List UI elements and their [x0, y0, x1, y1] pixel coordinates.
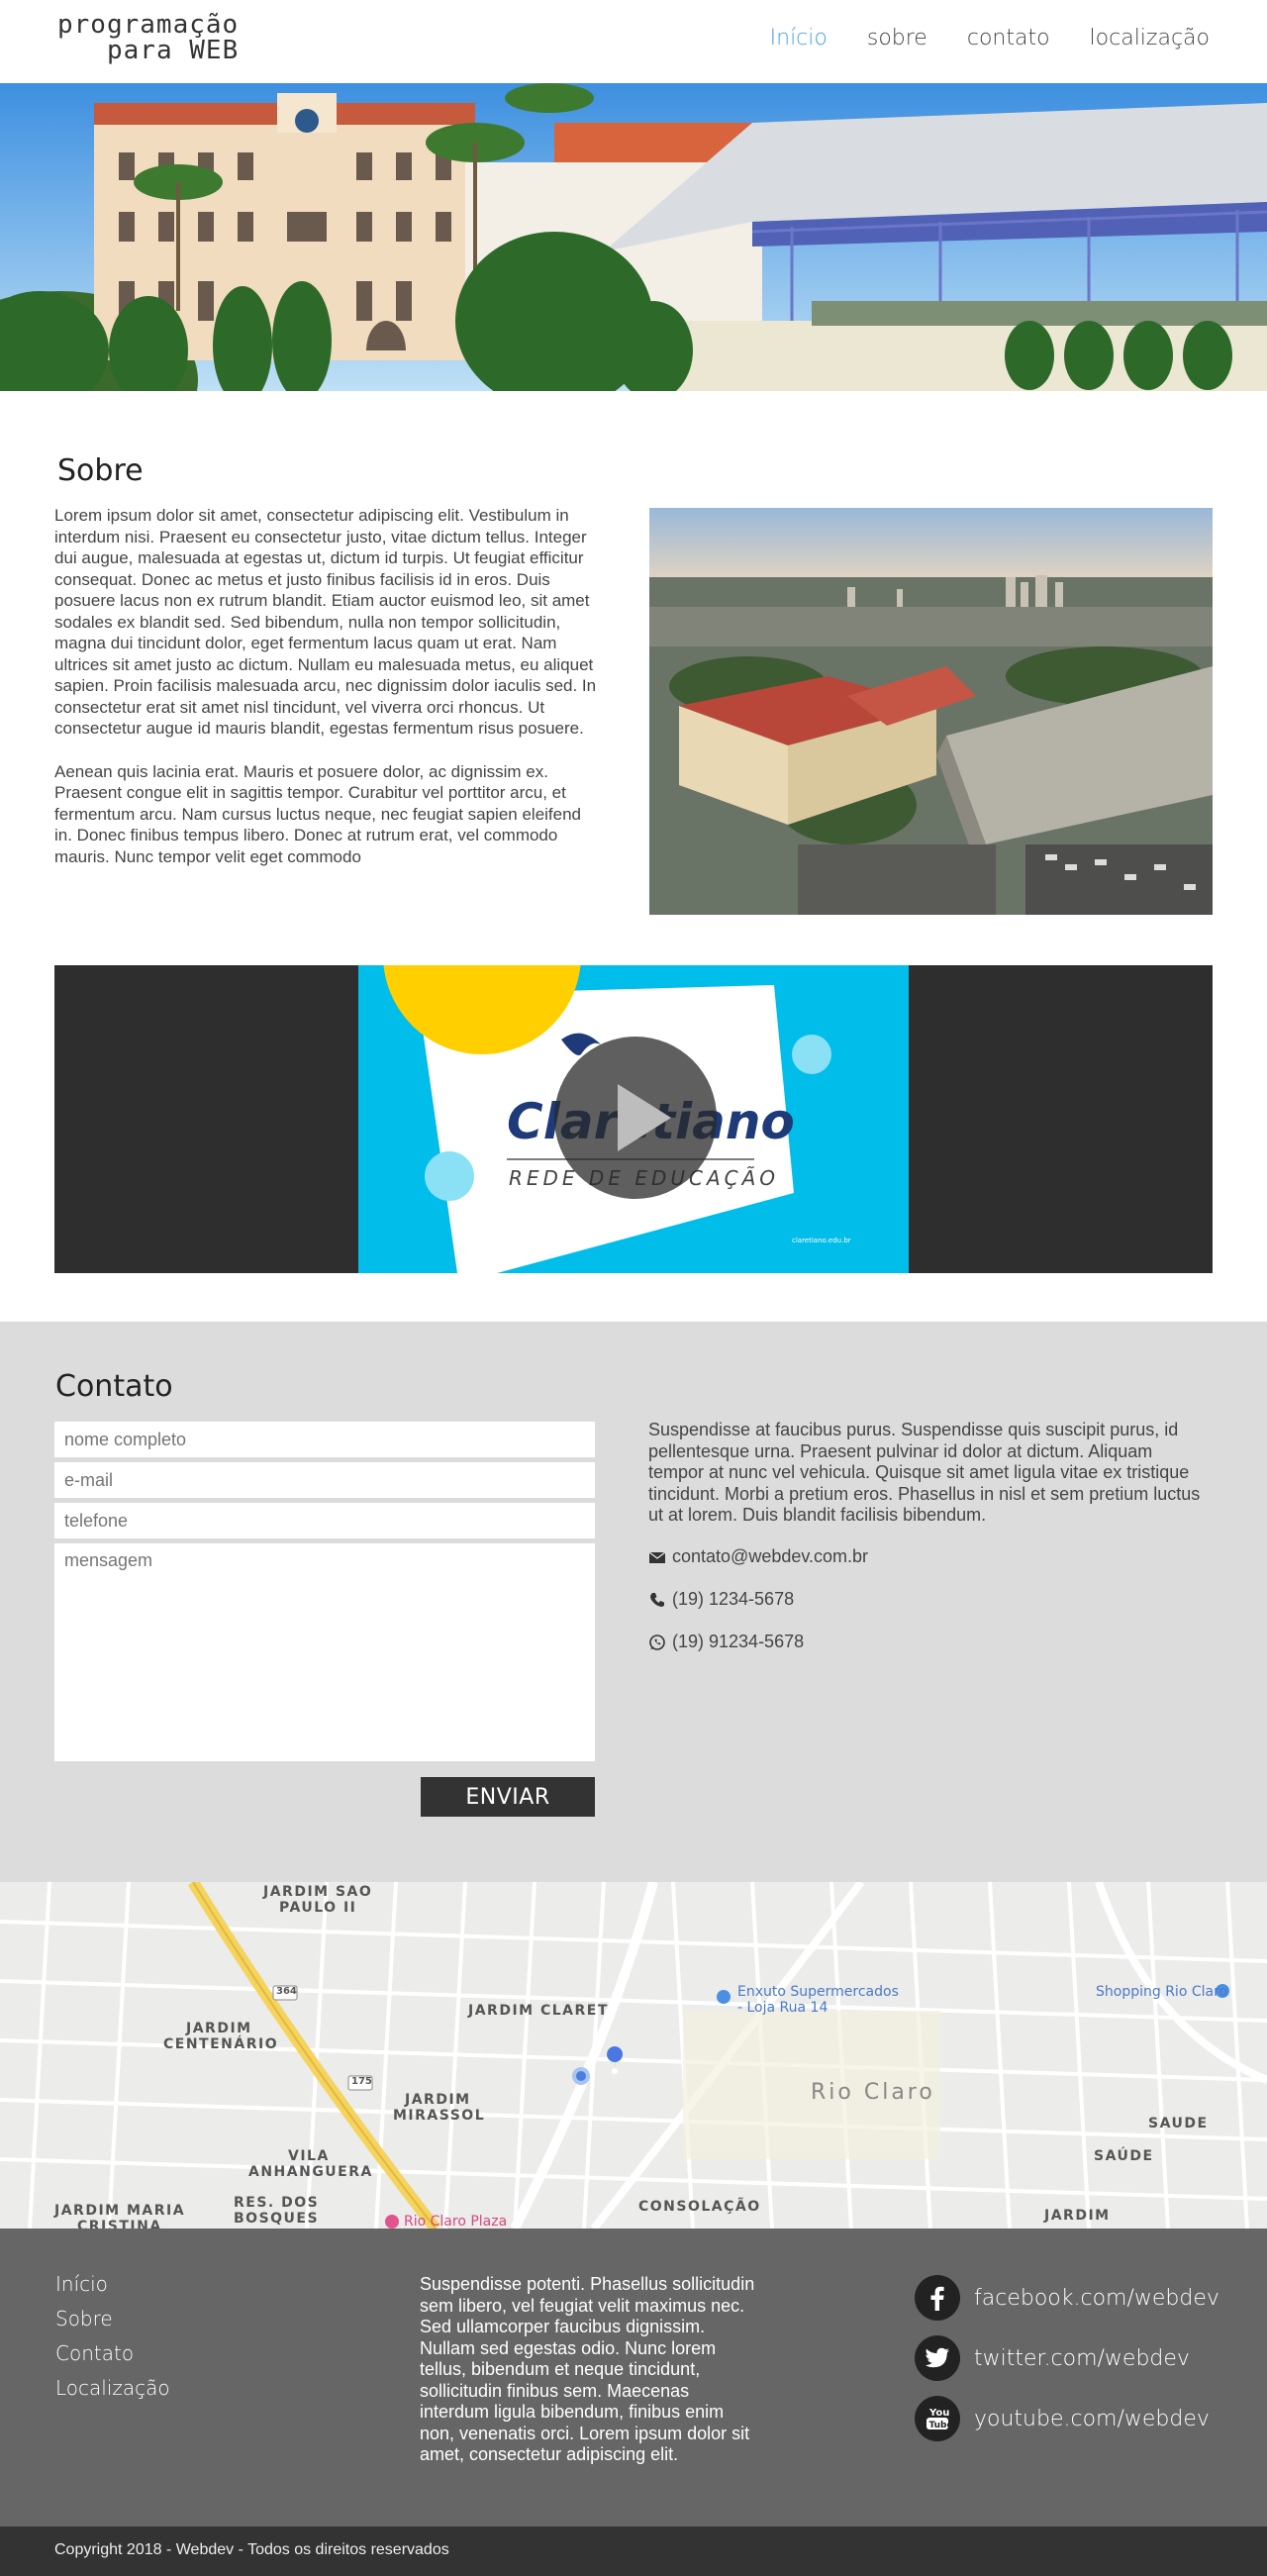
- campus-aerial-photo: [649, 508, 1213, 915]
- main-nav: Início sobre contato localização: [770, 26, 1210, 50]
- telefone-input[interactable]: [54, 1503, 595, 1538]
- map-label: Rio Claro: [811, 2080, 935, 2105]
- site-logo[interactable]: programação para WEB: [57, 12, 239, 63]
- video-player[interactable]: Claretiano REDE DE EDUCAÇÃO claretiano.e…: [54, 965, 1213, 1273]
- site-footer: Início Sobre Contato Localização Suspend…: [0, 2229, 1267, 2526]
- youtube-icon: You Tube: [915, 2396, 960, 2441]
- envelope-icon: [648, 1550, 666, 1563]
- map-label: JARDIM: [186, 2021, 252, 2036]
- map-label: JARDIM SAO: [263, 1884, 373, 1900]
- contato-email-text: contato@webdev.com.br: [672, 1546, 869, 1566]
- facebook-icon: [915, 2275, 960, 2321]
- footer-link-contato[interactable]: Contato: [55, 2341, 170, 2365]
- map-label: JARDIM MARIA: [54, 2203, 186, 2219]
- nav-inicio[interactable]: Início: [770, 26, 828, 50]
- play-icon[interactable]: [552, 1035, 719, 1201]
- map-label: JARDIM: [405, 2092, 471, 2108]
- map-label: SAUDE: [1148, 2116, 1209, 2131]
- footer-text: Suspendisse potenti. Phasellus sollicitu…: [420, 2274, 755, 2464]
- social-youtube[interactable]: You Tube youtube.com/webdev: [915, 2396, 1210, 2441]
- map-label: MIRASSOL: [393, 2108, 486, 2124]
- map-label: - Loja Rua 14: [737, 2000, 828, 2016]
- copyright-text: Copyright 2018 - Webdev - Todos os direi…: [54, 2541, 449, 2558]
- social-twitter[interactable]: twitter.com/webdev: [915, 2335, 1190, 2381]
- contato-text: Suspendisse at faucibus purus. Suspendis…: [648, 1420, 1201, 1525]
- twitter-icon: [915, 2335, 960, 2381]
- sobre-title: Sobre: [57, 453, 144, 488]
- video-site-text: claretiano.edu.br: [792, 1237, 851, 1244]
- contato-title: Contato: [55, 1369, 173, 1404]
- map-label: Shopping Rio Claro: [1096, 1984, 1228, 2000]
- contato-email[interactable]: contato@webdev.com.br: [648, 1546, 868, 1567]
- footer-nav: Início Sobre Contato Localização: [55, 2272, 170, 2400]
- email-input[interactable]: [54, 1462, 595, 1498]
- whatsapp-icon: [649, 1634, 665, 1650]
- footer-link-sobre[interactable]: Sobre: [55, 2307, 170, 2330]
- youtube-label: youtube.com/webdev: [974, 2406, 1210, 2431]
- map-label: SAÚDE: [1094, 2148, 1154, 2164]
- phone-icon: [650, 1592, 664, 1607]
- map-label: ANHANGUERA: [248, 2164, 373, 2180]
- map-label: JARDIM: [1044, 2208, 1111, 2224]
- copyright-bar: Copyright 2018 - Webdev - Todos os direi…: [0, 2526, 1267, 2576]
- nome-input[interactable]: [54, 1422, 595, 1457]
- map-label: VILA: [288, 2148, 330, 2164]
- contact-section: Contato ENVIAR Suspendisse at faucibus p…: [0, 1322, 1267, 1882]
- hero-banner-image: [0, 83, 1267, 391]
- map-label: CRISTINA: [77, 2219, 162, 2229]
- twitter-label: twitter.com/webdev: [974, 2345, 1190, 2371]
- facebook-label: facebook.com/webdev: [974, 2285, 1219, 2311]
- contato-whatsapp[interactable]: (19) 91234-5678: [648, 1632, 804, 1652]
- contato-phone-text: (19) 1234-5678: [672, 1589, 795, 1609]
- contato-phone[interactable]: (19) 1234-5678: [648, 1589, 794, 1610]
- social-facebook[interactable]: facebook.com/webdev: [915, 2275, 1219, 2321]
- nav-contato[interactable]: contato: [967, 26, 1050, 50]
- map-label: CONSOLAÇÃO: [638, 2199, 761, 2215]
- footer-link-localizacao[interactable]: Localização: [55, 2376, 170, 2400]
- contato-whatsapp-text: (19) 91234-5678: [672, 1632, 805, 1651]
- sobre-text: Lorem ipsum dolor sit amet, consectetur …: [54, 505, 597, 867]
- map-label: JARDIM CLARET: [468, 2003, 609, 2019]
- mensagem-textarea[interactable]: [54, 1543, 595, 1761]
- sobre-paragraph-2: Aenean quis lacinia erat. Mauris et posu…: [54, 761, 582, 866]
- map-label: BOSQUES: [234, 2211, 320, 2227]
- location-map[interactable]: JARDIM SAO PAULO II JARDIM CLARET JARDIM…: [0, 1882, 1267, 2229]
- svg-text:Tube: Tube: [929, 2421, 951, 2430]
- nav-localizacao[interactable]: localização: [1090, 26, 1210, 50]
- map-label: CENTENÁRIO: [163, 2036, 279, 2052]
- logo-line-2: para WEB: [107, 36, 240, 65]
- sobre-paragraph-1: Lorem ipsum dolor sit amet, consectetur …: [54, 506, 597, 738]
- svg-text:You: You: [928, 2408, 949, 2419]
- map-label: Enxuto Supermercados: [737, 1984, 899, 2000]
- footer-link-inicio[interactable]: Início: [55, 2272, 170, 2296]
- road-marker: 364: [276, 1986, 297, 1997]
- map-label: Rio Claro Plaza: [404, 2214, 508, 2229]
- enviar-button[interactable]: ENVIAR: [421, 1777, 595, 1817]
- map-label: RES. DOS: [234, 2195, 320, 2211]
- map-label: PAULO II: [279, 1900, 357, 1916]
- nav-sobre[interactable]: sobre: [867, 26, 927, 50]
- site-header: programação para WEB Início sobre contat…: [0, 0, 1267, 83]
- road-marker: 175: [351, 2076, 372, 2087]
